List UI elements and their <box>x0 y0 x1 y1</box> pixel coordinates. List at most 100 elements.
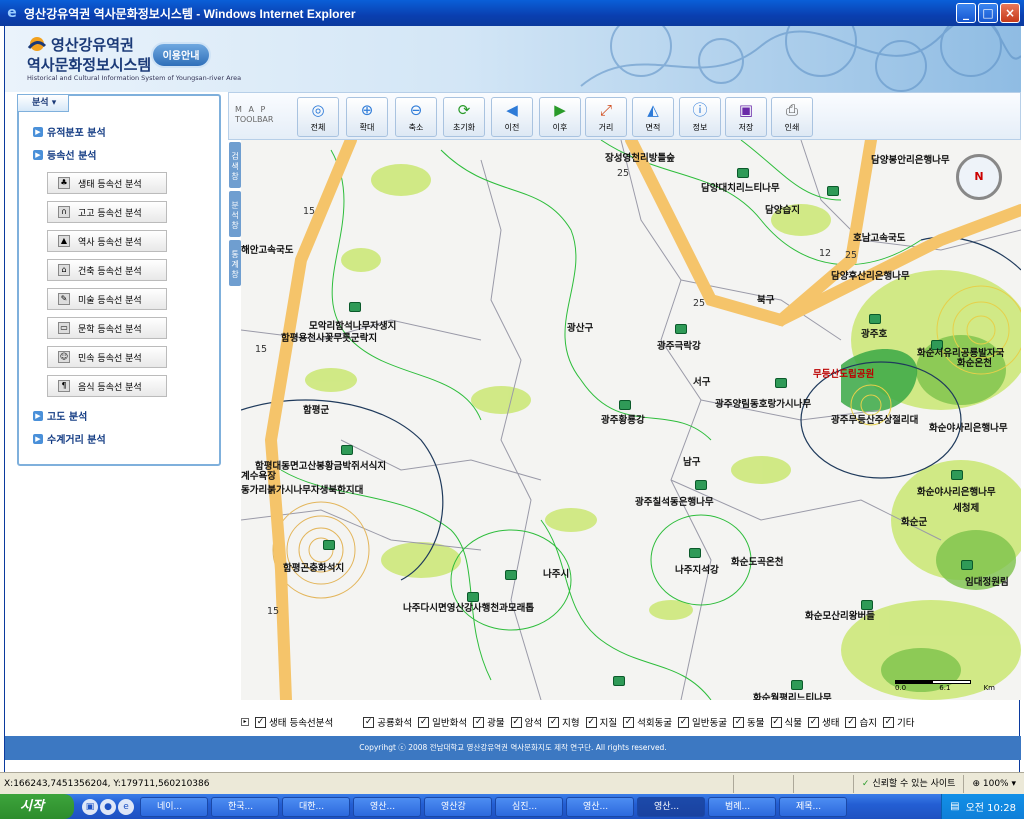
close-button[interactable]: × <box>1000 3 1020 23</box>
map-canvas[interactable]: 장성영천리방틀숲 담양봉안리은행나무 담양대치리느티나무 담양습지 해안고속국도… <box>241 140 1021 700</box>
tab-analysis[interactable]: 분석창 <box>229 191 241 237</box>
zoom-in-button[interactable]: ⊕ 확대 <box>346 97 388 137</box>
analysis-tab[interactable]: 분석 ▾ <box>17 94 69 112</box>
ie-icon[interactable]: e <box>118 798 134 815</box>
taskbar-item-active[interactable]: 영산... <box>637 796 705 817</box>
legend-checkbox[interactable]: ✓ <box>363 716 375 728</box>
tab-search[interactable]: 검색창 <box>229 142 241 188</box>
menu-site-distribution[interactable]: ▶ 유적분포 분석 <box>33 120 221 143</box>
legend-item[interactable]: ✓ 식물 <box>770 715 802 729</box>
taskbar-item[interactable]: 심진... <box>495 796 563 817</box>
legend-item[interactable]: ✓ 지형 <box>548 715 580 729</box>
legend-checkbox[interactable]: ✓ <box>510 716 522 728</box>
sub-item-label: 건축 등속선 분석 <box>78 266 142 277</box>
map-label: 호남고속국도 <box>853 233 906 244</box>
taskbar-item[interactable]: 영산... <box>353 796 421 817</box>
taskbar-item[interactable]: 영산강 <box>424 796 492 817</box>
menu-water-distance[interactable]: ▶ 수계거리 분석 <box>33 427 221 450</box>
area-button[interactable]: ◭ 면적 <box>632 97 674 137</box>
guide-button[interactable]: 이용안내 <box>151 42 211 68</box>
legend-item[interactable]: ✓ 석회동굴 <box>623 715 672 729</box>
forward-button[interactable]: ▶ 이후 <box>539 97 581 137</box>
print-button[interactable]: ⎙ 인쇄 <box>771 97 813 137</box>
site-marker[interactable] <box>791 680 803 690</box>
site-marker[interactable] <box>349 302 361 312</box>
site-marker[interactable] <box>505 570 517 580</box>
clock[interactable]: 오전 10:28 <box>966 799 1016 814</box>
legend-checkbox[interactable]: ✓ <box>845 716 857 728</box>
site-marker[interactable] <box>827 186 839 196</box>
site-marker[interactable] <box>951 470 963 480</box>
site-marker[interactable] <box>619 400 631 410</box>
legend-checkbox[interactable]: ✓ <box>770 716 782 728</box>
tab-statistics[interactable]: 통계창 <box>229 240 241 286</box>
taskbar-item[interactable]: 대한... <box>282 796 350 817</box>
legend-item[interactable]: ✓ 동물 <box>733 715 765 729</box>
maximize-button[interactable]: □ <box>978 3 998 23</box>
site-marker[interactable] <box>775 378 787 388</box>
save-button[interactable]: ▣ 저장 <box>725 97 767 137</box>
site-marker[interactable] <box>675 324 687 334</box>
taskbar-item[interactable]: 네이... <box>140 796 208 817</box>
distance-button[interactable]: ⤢ 거리 <box>585 97 627 137</box>
sub-item-food[interactable]: ¶ 음식 등속선 분석 <box>47 375 167 397</box>
legend-item[interactable]: ✓ 암석 <box>510 715 542 729</box>
trusted-zone[interactable]: ✓ 신뢰할 수 있는 사이트 <box>852 774 964 793</box>
site-marker[interactable] <box>613 676 625 686</box>
legend-checkbox[interactable]: ✓ <box>585 716 597 728</box>
minimize-button[interactable]: _ <box>956 3 976 23</box>
info-button[interactable]: ⓘ 정보 <box>679 97 721 137</box>
legend-item[interactable]: ✓ 일반동굴 <box>678 715 727 729</box>
taskbar-item[interactable]: 제목... <box>779 796 847 817</box>
full-extent-button[interactable]: ◎ 전체 <box>297 97 339 137</box>
taskbar-item[interactable]: 범례... <box>708 796 776 817</box>
legend-item[interactable]: ✓ 공룡화석 <box>363 715 412 729</box>
legend-checkbox[interactable]: ✓ <box>255 716 266 728</box>
site-logo-icon <box>27 37 47 51</box>
site-marker[interactable] <box>869 314 881 324</box>
desktop-icon[interactable]: ▣ <box>82 798 98 815</box>
network-icon[interactable]: ▤ <box>950 801 959 812</box>
menu-elevation[interactable]: ▶ 고도 분석 <box>33 404 221 427</box>
sub-item-literature[interactable]: ▭ 문학 등속선 분석 <box>47 317 167 339</box>
taskbar-item[interactable]: 한국... <box>211 796 279 817</box>
legend-item[interactable]: ✓ 습지 <box>845 715 877 729</box>
taskbar-item[interactable]: 영산... <box>566 796 634 817</box>
sub-item-history[interactable]: ▲ 역사 등속선 분석 <box>47 230 167 252</box>
site-marker[interactable] <box>689 548 701 558</box>
sub-item-architecture[interactable]: ⌂ 건축 등속선 분석 <box>47 259 167 281</box>
legend-main[interactable]: ▸ ✓ 생태 등속선분석 <box>241 715 333 729</box>
zoom-control[interactable]: ⊕ 100% ▾ <box>963 774 1024 793</box>
sub-item-art[interactable]: ✎ 미술 등속선 분석 <box>47 288 167 310</box>
site-marker[interactable] <box>323 540 335 550</box>
back-button[interactable]: ◀ 이전 <box>491 97 533 137</box>
menu-isochrone[interactable]: ▶ 등속선 분석 <box>33 143 221 166</box>
start-button[interactable]: 시작 <box>0 794 74 819</box>
map-label: 동가리붉가시나무자생북한지대 <box>241 485 364 496</box>
sub-item-folk[interactable]: ☺ 민속 등속선 분석 <box>47 346 167 368</box>
legend-checkbox[interactable]: ✓ <box>473 716 485 728</box>
site-marker[interactable] <box>695 480 707 490</box>
legend-item[interactable]: ✓ 일반화석 <box>418 715 467 729</box>
legend-item[interactable]: ✓ 생태 <box>807 715 839 729</box>
zoom-out-button[interactable]: ⊖ 축소 <box>395 97 437 137</box>
sub-item-ecology[interactable]: ♣ 생태 등속선 분석 <box>47 172 167 194</box>
legend-checkbox[interactable]: ✓ <box>418 716 430 728</box>
site-marker[interactable] <box>961 560 973 570</box>
legend-item[interactable]: ✓ 기타 <box>882 715 914 729</box>
button-label: 이후 <box>552 123 568 132</box>
legend-checkbox[interactable]: ✓ <box>548 716 560 728</box>
legend-checkbox[interactable]: ✓ <box>882 716 894 728</box>
media-icon[interactable]: ● <box>100 798 116 815</box>
reset-button[interactable]: ⟳ 초기화 <box>443 97 485 137</box>
legend-checkbox[interactable]: ✓ <box>733 716 745 728</box>
legend-checkbox[interactable]: ✓ <box>678 716 690 728</box>
map-label: 북구 <box>757 295 775 306</box>
legend-item[interactable]: ✓ 광물 <box>473 715 505 729</box>
legend-item[interactable]: ✓ 지질 <box>585 715 617 729</box>
legend-checkbox[interactable]: ✓ <box>807 716 819 728</box>
sub-item-archaeology[interactable]: ∩ 고고 등속선 분석 <box>47 201 167 223</box>
site-marker[interactable] <box>341 445 353 455</box>
site-marker[interactable] <box>737 168 749 178</box>
legend-checkbox[interactable]: ✓ <box>623 716 635 728</box>
